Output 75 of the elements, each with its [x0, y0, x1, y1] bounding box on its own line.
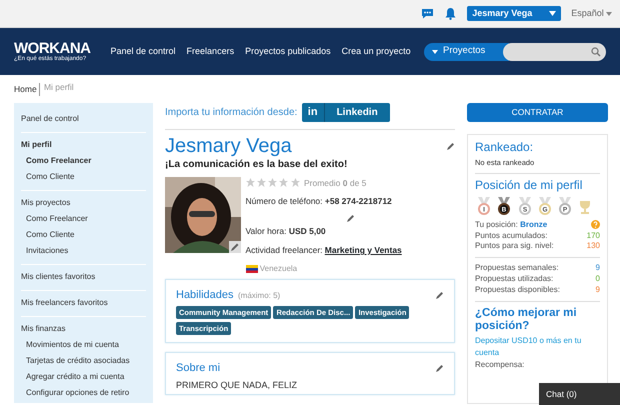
hourly-rate: Valor hora: USD 5,00 — [246, 225, 327, 238]
stat-label: Propuestas disponibles: — [475, 284, 560, 296]
sidebar-heading[interactable]: Panel de control — [21, 110, 146, 127]
breadcrumb-current: Mi perfil — [38, 83, 74, 96]
user-menu[interactable]: Jesmary Vega — [467, 6, 562, 21]
ranked-title: Rankeado: — [475, 140, 534, 155]
sidebar-heading[interactable]: Mi perfil — [21, 136, 146, 153]
sidebar-heading[interactable]: Mis finanzas — [21, 320, 146, 337]
nav-link[interactable]: Freelancers — [186, 44, 234, 58]
profile-name: Jesmary Vega — [165, 135, 292, 157]
profile-headline: ¡La comunicación es la base del exito! — [165, 158, 348, 172]
stat-label: Puntos acumulados: — [475, 230, 548, 242]
sidebar-heading[interactable]: Mis proyectos — [21, 194, 146, 211]
caret-icon — [549, 11, 556, 16]
chat-icon[interactable] — [421, 8, 434, 19]
stat-label: Propuestas utilizadas: — [475, 274, 554, 285]
sidebar-heading[interactable]: Mis freelancers favoritos — [21, 294, 146, 311]
star-icon — [256, 178, 266, 188]
edit-icon[interactable] — [446, 142, 455, 150]
bell-icon[interactable] — [444, 7, 458, 20]
sidebar-heading[interactable]: Mis clientes favoritos — [21, 268, 146, 285]
sidebar-item[interactable]: Como Cliente — [21, 226, 146, 243]
nav-link[interactable]: Panel de control — [110, 44, 176, 58]
breadcrumb-link[interactable]: Home — [14, 83, 37, 96]
sidebar-item[interactable]: Configurar opciones de retiro — [21, 384, 146, 401]
sidebar-item[interactable]: Movimientos de mi cuenta — [21, 336, 146, 353]
star-icon — [279, 178, 288, 188]
position-title: Posición de mi perfil — [475, 179, 584, 193]
nav-link[interactable]: Proyectos publicados — [245, 44, 331, 58]
search-icon — [591, 46, 601, 56]
caret-icon — [432, 50, 438, 54]
position-text: Tu posición: Bronze — [475, 220, 548, 231]
stat-label: Propuestas semanales: — [475, 263, 559, 274]
import-label: Importa tu información desde: — [165, 106, 298, 120]
activity-label: Actividad freelancer: — [246, 244, 323, 257]
caret-icon — [606, 12, 612, 16]
nav-link[interactable]: Crea un proyecto — [342, 44, 411, 58]
language-menu[interactable]: Español — [571, 6, 612, 20]
hire-button[interactable]: CONTRATAR — [467, 102, 608, 122]
sidebar-item[interactable]: Como Cliente — [21, 168, 146, 185]
sidebar-item[interactable]: Como Freelancer — [21, 210, 146, 227]
star-icon — [268, 178, 277, 188]
search-scope-dropdown[interactable]: Proyectos — [424, 42, 509, 60]
stat-value: 9 — [596, 284, 600, 296]
star-icon — [290, 178, 300, 188]
stat-value: 0 — [596, 274, 600, 285]
sidebar-item[interactable]: Invitaciones — [21, 242, 146, 259]
edit-icon[interactable] — [435, 364, 444, 372]
logo[interactable]: WORKANA — [14, 41, 90, 56]
skills-hint: (máximo: 5) — [238, 290, 280, 302]
search-field[interactable] — [503, 42, 606, 60]
edit-icon[interactable] — [346, 214, 355, 223]
help-icon — [591, 220, 600, 229]
stat-value: 130 — [586, 241, 600, 252]
chat-tab[interactable]: Chat (0) — [539, 383, 620, 405]
stat-label: Puntos para sig. nivel: — [475, 241, 554, 252]
star-icon — [246, 178, 254, 188]
flag-icon — [246, 264, 258, 273]
activity-link[interactable]: Marketing y Ventas — [324, 244, 402, 257]
rating-text: Promedio 0 de 5 — [304, 176, 366, 190]
reward-label: Recompensa: — [475, 359, 526, 372]
sidebar-item[interactable]: Como Freelancer — [21, 152, 146, 169]
sidebar-item[interactable]: Tarjetas de crédito asociadas — [21, 352, 146, 369]
stat-value: 170 — [586, 230, 600, 242]
sidebar-item[interactable]: Agregar crédito a mi cuenta — [21, 368, 146, 385]
edit-icon[interactable] — [229, 240, 241, 252]
country-label: Venezuela — [260, 262, 298, 275]
phone-number: Número de teléfono: +58 274-2218712 — [246, 195, 393, 208]
stat-value: 9 — [596, 263, 600, 274]
edit-icon[interactable] — [435, 291, 444, 300]
linkedin-button[interactable]: in Linkedin — [302, 102, 390, 122]
improve-title: ¿Cómo mejorar mi posición? — [475, 306, 578, 334]
skills-title: Habilidades — [176, 288, 234, 304]
about-title: Sobre mi — [176, 360, 220, 376]
about-text: PRIMERO QUE NADA, FELIZ — [176, 378, 298, 392]
